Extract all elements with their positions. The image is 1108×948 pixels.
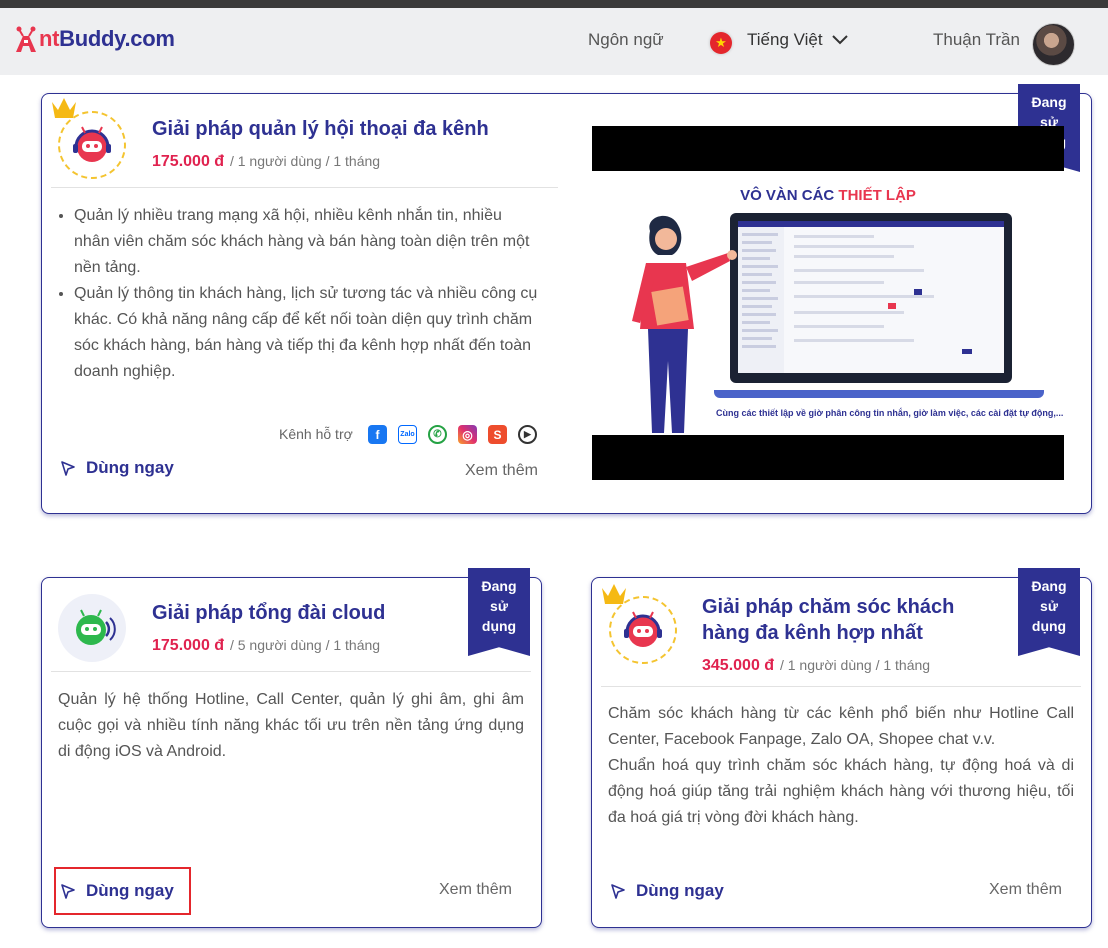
language-label: Ngôn ngữ <box>588 30 664 49</box>
price-unit: / 1 người dùng / 1 tháng <box>229 153 381 169</box>
product-description: Chăm sóc khách hàng từ các kênh phổ biến… <box>608 705 1074 826</box>
promo-banner: VÔ VÀN CÁC THIẾT LẬP Cùng các thiết lập … <box>592 171 1064 435</box>
facebook-icon: f <box>368 425 387 444</box>
cursor-icon <box>611 884 625 899</box>
product-title: Giải pháp chăm sóc khách hàng đa kênh hợ… <box>702 596 955 644</box>
crown-icon <box>602 584 626 604</box>
see-more-link[interactable]: Xem thêm <box>989 881 1062 899</box>
zalo-icon: Zalo <box>398 425 417 444</box>
price-unit: / 1 người dùng / 1 tháng <box>779 657 931 673</box>
product-logo <box>58 111 126 179</box>
promo-image: VÔ VÀN CÁC THIẾT LẬP Cùng các thiết lập … <box>592 126 1064 480</box>
promo-caption: Cùng các thiết lập về giờ phân công tin … <box>716 408 1064 418</box>
divider <box>601 686 1081 687</box>
feature-bullet: Quản lý thông tin khách hàng, lịch sử tư… <box>74 281 540 385</box>
user-avatar[interactable] <box>1032 23 1075 66</box>
woman-illustration <box>632 215 737 433</box>
product-description: Quản lý nhiều trang mạng xã hội, nhiều k… <box>52 203 540 385</box>
product-price: 175.000 đ / 5 người dùng / 1 tháng <box>152 637 380 655</box>
divider <box>51 187 558 188</box>
feature-bullet: Quản lý nhiều trang mạng xã hội, nhiều k… <box>74 203 540 281</box>
laptop-illustration <box>730 213 1012 383</box>
use-now-button[interactable]: Dùng ngay <box>60 458 174 478</box>
logo-text: Buddy.com <box>59 26 175 51</box>
in-use-badge: Đangsửdụng <box>1018 568 1080 656</box>
antbuddy-logo[interactable]: nt Buddy.com <box>14 24 175 54</box>
product-description: Quản lý hệ thống Hotline, Call Center, q… <box>58 691 524 760</box>
laptop-base <box>714 390 1044 398</box>
logo-prefix: nt <box>39 26 60 51</box>
product-logo <box>609 596 677 664</box>
robot-headset-icon <box>624 611 662 647</box>
robot-headset-icon <box>73 126 111 162</box>
highlight-box <box>54 867 191 915</box>
see-more-link[interactable]: Xem thêm <box>465 462 538 480</box>
vietnam-flag-icon: ★ <box>710 32 732 54</box>
instagram-icon: ◎ <box>458 425 477 444</box>
chevron-down-icon[interactable] <box>832 34 848 46</box>
whatsapp-icon: ✆ <box>428 425 447 444</box>
product-logo <box>58 594 126 662</box>
product-title: Giải pháp tổng đài cloud <box>152 602 386 624</box>
play-icon: ▶ <box>518 425 537 444</box>
laptop-display <box>738 221 1004 373</box>
user-name[interactable]: Thuận Trần <box>933 30 1020 50</box>
window-top-strip <box>0 0 1108 8</box>
robot-phone-icon <box>76 609 116 645</box>
price-unit: / 5 người dùng / 1 tháng <box>229 637 381 653</box>
channels-label: Kênh hỗ trợ <box>279 426 353 442</box>
price-amount: 175.000 đ <box>152 637 225 654</box>
shopee-icon: S <box>488 425 507 444</box>
cursor-icon <box>61 461 75 476</box>
divider <box>51 671 531 672</box>
product-price: 345.000 đ / 1 người dùng / 1 tháng <box>702 657 930 675</box>
see-more-link[interactable]: Xem thêm <box>439 881 512 899</box>
language-selector[interactable]: Tiếng Việt <box>747 30 823 50</box>
price-amount: 345.000 đ <box>702 657 775 674</box>
promo-title: VÔ VÀN CÁC THIẾT LẬP <box>740 187 916 204</box>
in-use-badge: Đangsửdụng <box>468 568 530 656</box>
product-title: Giải pháp quản lý hội thoại đa kênh <box>152 118 489 140</box>
product-price: 175.000 đ / 1 người dùng / 1 tháng <box>152 153 380 171</box>
ant-logo-icon <box>16 26 36 52</box>
crown-icon <box>52 98 76 118</box>
use-now-button[interactable]: Dùng ngay <box>610 881 724 901</box>
price-amount: 175.000 đ <box>152 153 225 170</box>
